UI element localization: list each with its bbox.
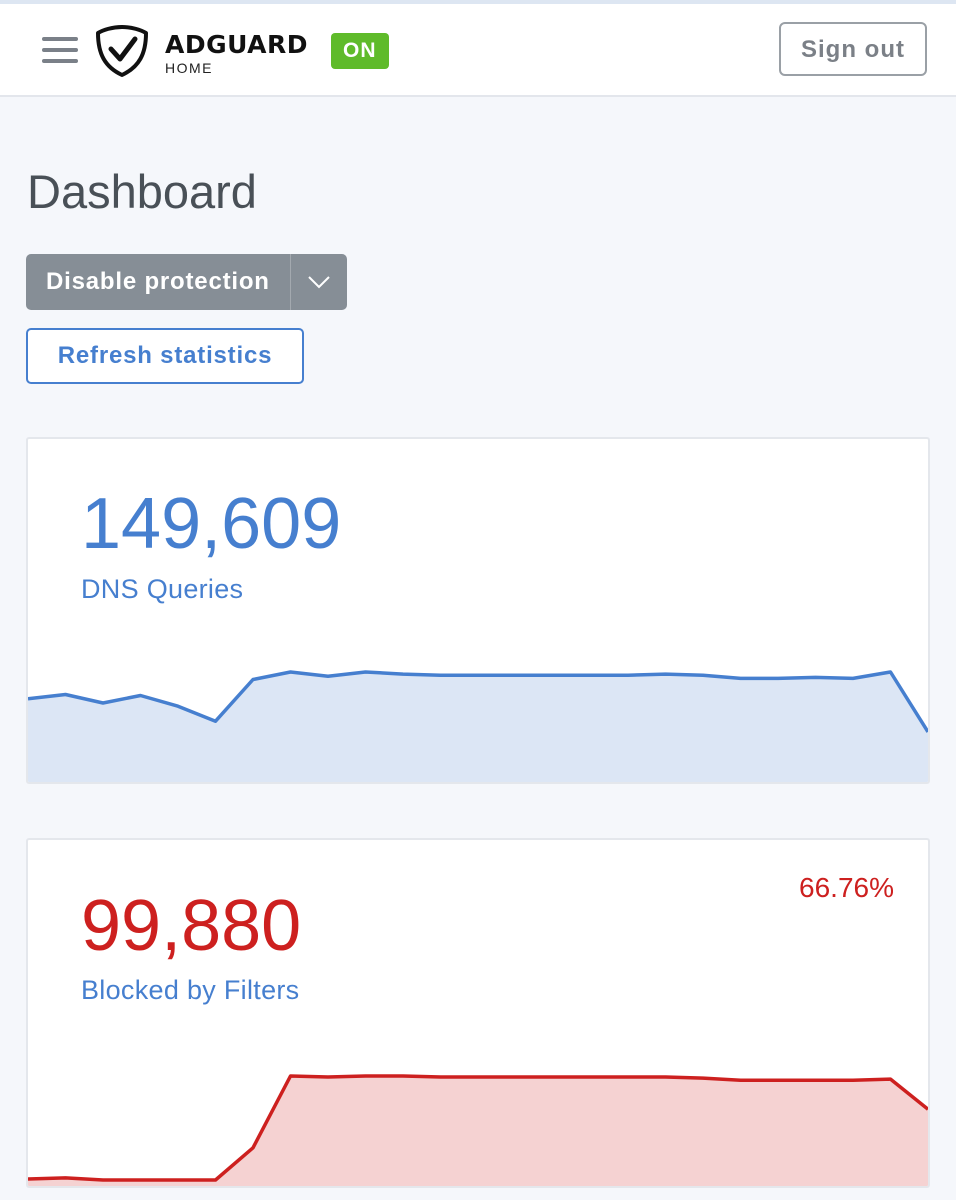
- blocked-label: Blocked by Filters: [81, 975, 300, 1005]
- sign-out-button[interactable]: Sign out: [779, 22, 927, 76]
- chevron-down-icon: [308, 276, 330, 289]
- brand-name: ADGUARD: [165, 30, 309, 59]
- dns-queries-label: DNS Queries: [81, 574, 244, 604]
- adguard-shield-logo-icon: [96, 25, 148, 77]
- disable-protection-button[interactable]: Disable protection: [26, 254, 290, 310]
- sparkline-area: [28, 1076, 928, 1186]
- disable-protection-button-group: Disable protection: [26, 254, 347, 310]
- menu-icon[interactable]: [42, 37, 78, 63]
- top-header: ADGUARD HOME ON Sign out: [0, 4, 956, 97]
- dns-queries-sparkline: [28, 670, 928, 782]
- dns-queries-count: 149,609: [81, 484, 342, 564]
- sparkline-area: [28, 672, 928, 782]
- refresh-statistics-button[interactable]: Refresh statistics: [26, 328, 304, 384]
- disable-protection-dropdown-toggle[interactable]: [289, 254, 347, 310]
- blocked-sparkline: [28, 1074, 928, 1186]
- brand[interactable]: ADGUARD HOME: [165, 30, 309, 77]
- dns-queries-card: 149,609 DNS Queries: [26, 437, 930, 784]
- brand-subtitle: HOME: [165, 60, 213, 76]
- protection-status-badge: ON: [331, 33, 389, 69]
- blocked-percentage: 66.76%: [799, 872, 894, 903]
- blocked-by-filters-card: 99,880 Blocked by Filters 66.76%: [26, 838, 930, 1188]
- blocked-count: 99,880: [81, 886, 302, 966]
- page-title: Dashboard: [27, 165, 257, 218]
